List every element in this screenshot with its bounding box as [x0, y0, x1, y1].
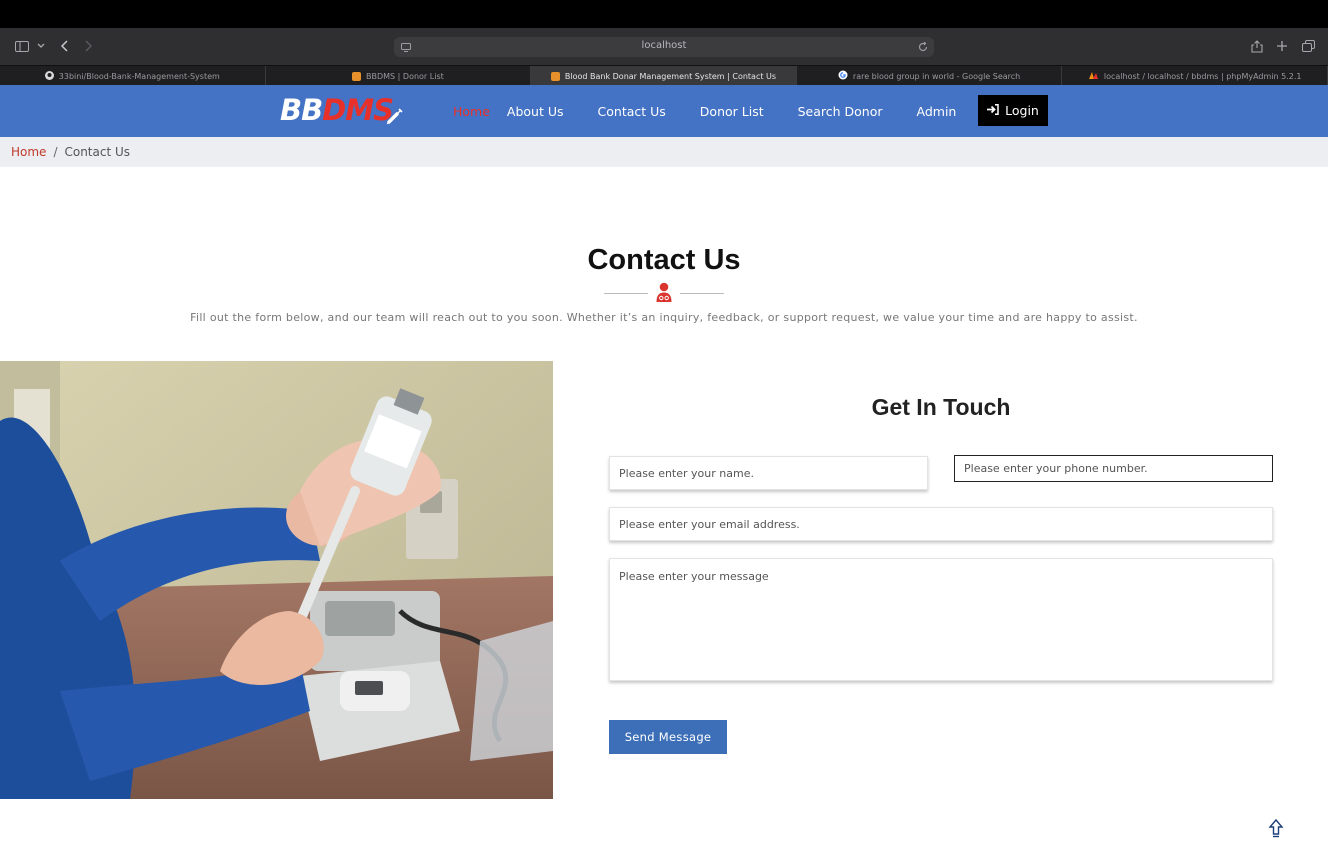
nav-home[interactable]: Home — [453, 104, 490, 119]
tab-bar: 33bini/Blood-Bank-Management-System BBDM… — [0, 65, 1328, 86]
logo-text-primary: BB — [280, 93, 323, 127]
back-icon[interactable] — [56, 38, 72, 54]
site-header: BBDMS Home About Us Contact Us Donor Lis… — [0, 85, 1328, 137]
chevron-down-icon[interactable] — [33, 38, 49, 54]
syringe-icon — [386, 107, 404, 129]
nav-admin[interactable]: Admin — [917, 104, 957, 119]
tab-overview-icon[interactable] — [1300, 38, 1316, 54]
title-divider — [604, 282, 724, 304]
tab-label: BBDMS | Donor List — [366, 71, 444, 81]
email-input[interactable]: Please enter your email address. — [609, 507, 1273, 541]
tab-donor-list[interactable]: BBDMS | Donor List — [266, 66, 532, 86]
breadcrumb: Home / Contact Us — [0, 137, 1328, 167]
browser-toolbar: localhost — [0, 28, 1328, 65]
nav-contact-us[interactable]: Contact Us — [598, 104, 666, 119]
google-icon — [838, 70, 848, 82]
donor-icon — [655, 282, 673, 306]
tab-label: Blood Bank Donar Management System | Con… — [564, 71, 777, 81]
intro-text: Fill out the form below, and our team wi… — [190, 311, 1138, 324]
blood-donation-photo — [0, 361, 553, 799]
tab-contact-us[interactable]: Blood Bank Donar Management System | Con… — [531, 66, 797, 86]
reload-icon[interactable] — [915, 39, 931, 55]
forward-icon[interactable] — [80, 38, 96, 54]
site-logo[interactable]: BBDMS — [280, 93, 394, 127]
tab-github[interactable]: 33bini/Blood-Bank-Management-System — [0, 66, 266, 86]
name-input[interactable]: Please enter your name. — [609, 456, 928, 490]
send-message-button[interactable]: Send Message — [609, 720, 727, 754]
login-button[interactable]: Login — [978, 95, 1048, 126]
tab-label: rare blood group in world - Google Searc… — [852, 71, 1021, 81]
system-menu-bar — [0, 0, 1328, 28]
scroll-to-top-icon[interactable] — [1268, 818, 1284, 842]
breadcrumb-current: Contact Us — [64, 145, 131, 159]
tab-phpmyadmin[interactable]: localhost / localhost / bbdms | phpMyAdm… — [1062, 66, 1328, 86]
page-title: Contact Us — [587, 244, 741, 276]
logo-text-accent: DMS — [322, 93, 394, 127]
tab-label: localhost / localhost / bbdms | phpMyAdm… — [1103, 71, 1302, 81]
url-text: localhost — [641, 40, 687, 51]
main-nav: Home About Us Contact Us Donor List Sear… — [453, 85, 990, 137]
nav-search-donor[interactable]: Search Donor — [798, 104, 883, 119]
nav-donor-list[interactable]: Donor List — [700, 104, 764, 119]
tab-label: 33bini/Blood-Bank-Management-System — [58, 71, 220, 81]
breadcrumb-home-link[interactable]: Home — [11, 145, 46, 159]
new-tab-icon[interactable] — [1274, 38, 1290, 54]
site-favicon-icon — [352, 71, 362, 81]
message-textarea[interactable]: Please enter your message — [609, 558, 1273, 681]
sidebar-toggle-icon[interactable] — [14, 38, 30, 54]
github-icon — [44, 70, 54, 82]
nav-about-us[interactable]: About Us — [507, 104, 564, 119]
site-favicon-icon — [550, 71, 560, 81]
tab-google-search[interactable]: rare blood group in world - Google Searc… — [797, 66, 1063, 86]
sign-in-icon — [987, 103, 999, 118]
phone-input[interactable]: Please enter your phone number. — [954, 455, 1273, 482]
login-label: Login — [1005, 103, 1039, 118]
phpmyadmin-icon — [1088, 71, 1099, 82]
breadcrumb-separator: / — [53, 145, 58, 159]
form-title: Get In Touch — [871, 394, 1011, 420]
share-icon[interactable] — [1249, 38, 1265, 54]
address-bar[interactable]: localhost — [394, 37, 934, 57]
